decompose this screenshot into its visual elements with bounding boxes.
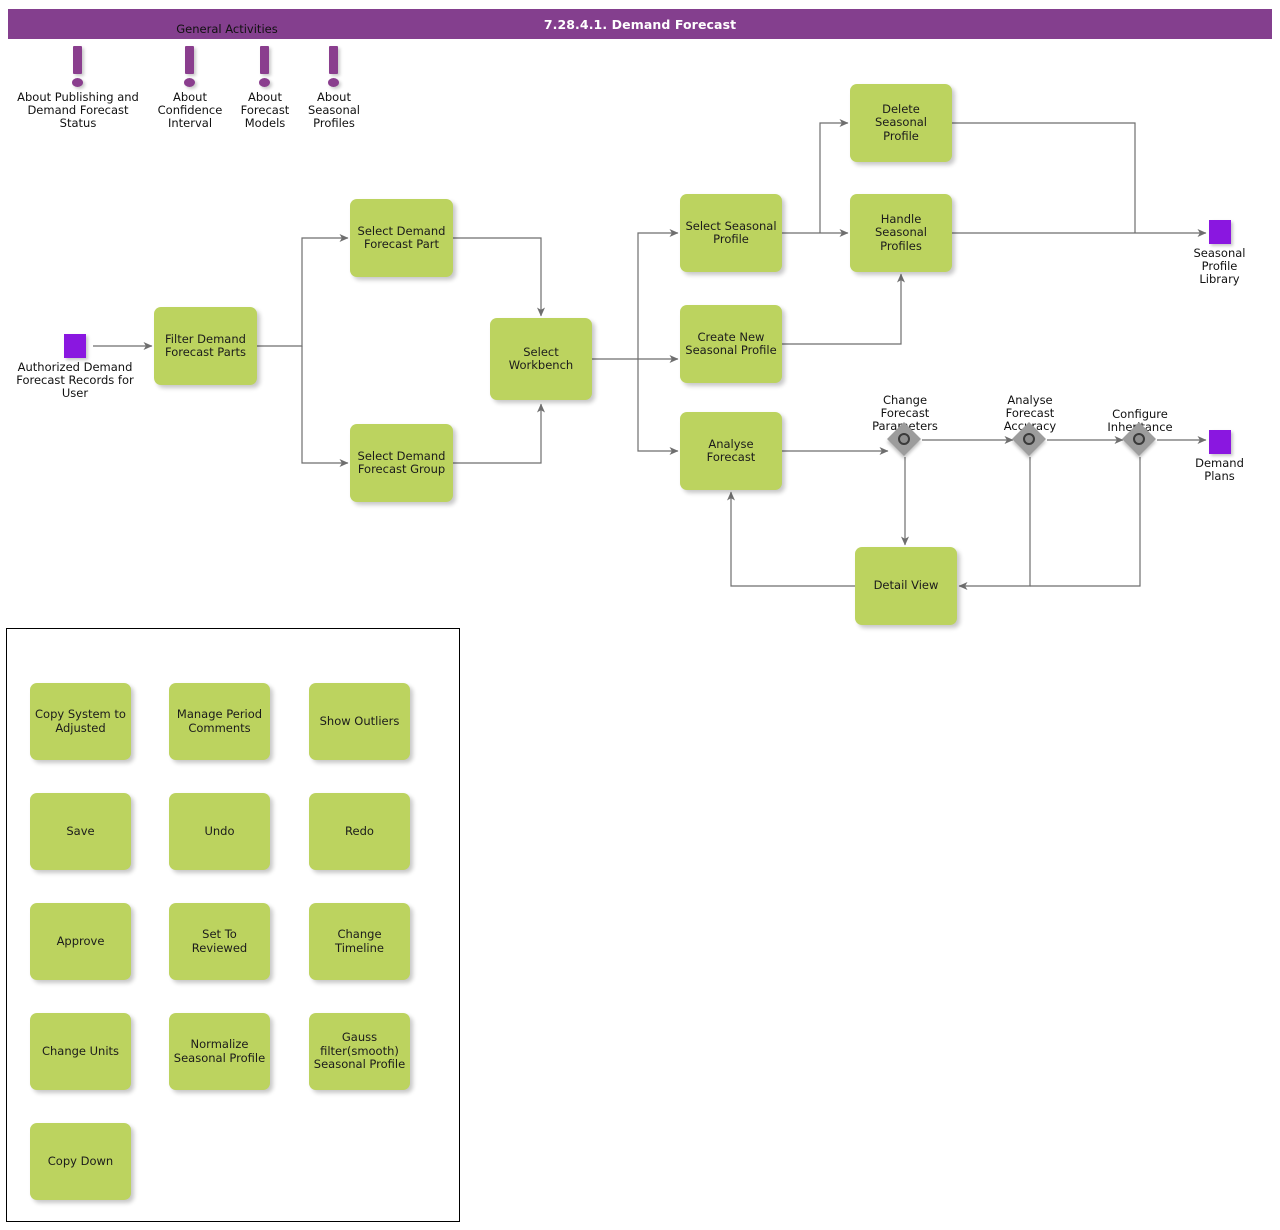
edge-part-to-workbench	[453, 237, 545, 317]
legend-activity-save[interactable]: Save	[30, 793, 131, 870]
legend-activity-label: Approve	[56, 933, 105, 948]
activity-select-demand-forecast-part[interactable]: Select Demand Forecast Part	[350, 199, 453, 277]
activity-filter-demand-forecast-parts[interactable]: Filter Demand Forecast Parts	[154, 307, 257, 385]
activity-label: Delete Seasonal Profile	[875, 101, 927, 143]
edge-filter-to-part	[257, 234, 349, 347]
legend-activity-copy-down[interactable]: Copy Down	[30, 1123, 131, 1200]
legend-activity-label: Show Outliers	[319, 713, 400, 728]
legend-activity-label: Save	[66, 823, 95, 838]
activity-delete-seasonal-profile[interactable]: Delete Seasonal Profile	[850, 84, 952, 162]
activity-label: Filter Demand Forecast Parts	[164, 331, 246, 359]
legend-activity-show-outliers[interactable]: Show Outliers	[309, 683, 410, 760]
activity-label: Select Demand Forecast Group	[357, 448, 446, 476]
edge-detail-to-analyse	[727, 491, 855, 587]
exclamation-icon	[328, 46, 340, 90]
circle-icon	[1133, 433, 1145, 445]
activity-label: Detail View	[873, 578, 939, 593]
exclamation-icon	[72, 46, 84, 90]
activity-handle-seasonal-profiles[interactable]: Handle Seasonal Profiles	[850, 194, 952, 272]
legend-activity-label: Normalize Seasonal Profile	[173, 1037, 266, 1065]
legend-activity-label: Undo	[204, 823, 235, 838]
page-title: 7.28.4.1. Demand Forecast	[543, 16, 737, 32]
terminal-label: Seasonal Profile Library	[1193, 246, 1246, 286]
activity-select-demand-forecast-group[interactable]: Select Demand Forecast Group	[350, 424, 453, 502]
legend-activity-undo[interactable]: Undo	[169, 793, 270, 870]
activity-select-seasonal-profile[interactable]: Select Seasonal Profile	[680, 194, 782, 272]
exclamation-icon	[184, 46, 196, 90]
activity-select-workbench[interactable]: Select Workbench	[490, 318, 592, 400]
terminal-label: Authorized Demand Forecast Records for U…	[16, 360, 134, 400]
edge-accuracy-to-detail	[958, 457, 1031, 590]
circle-icon	[898, 433, 910, 445]
edge-workbench-to-select-seasonal	[637, 229, 679, 359]
legend-activity-gauss-filter-seasonal-profile[interactable]: Gauss filter(smooth) Seasonal Profile	[309, 1013, 410, 1090]
activity-label: Select Demand Forecast Part	[357, 223, 446, 251]
legend-activity-label: Change Units	[41, 1043, 120, 1058]
control-node-analyse-forecast-accuracy[interactable]	[1012, 422, 1047, 457]
legend-activity-normalize-seasonal-profile[interactable]: Normalize Seasonal Profile	[169, 1013, 270, 1090]
edge-filter-to-group	[301, 346, 349, 467]
object-node-icon	[64, 334, 86, 358]
circle-icon	[1023, 433, 1035, 445]
edge-create-to-handle	[782, 273, 905, 345]
terminal-label: Demand Plans	[1195, 456, 1244, 483]
legend-activity-copy-system-to-adjusted[interactable]: Copy System to Adjusted	[30, 683, 131, 760]
legend-activity-label: Manage Period Comments	[176, 707, 263, 735]
legend-activity-change-units[interactable]: Change Units	[30, 1013, 131, 1090]
legend-activity-label: Change Timeline	[335, 927, 384, 955]
edge-group-to-workbench	[453, 403, 545, 464]
activity-label: Analyse Forecast	[706, 436, 756, 464]
edge-select-seasonal-to-delete	[819, 119, 849, 233]
activity-label: Handle Seasonal Profiles	[875, 211, 927, 253]
note-about-publishing[interactable]: About Publishing and Demand Forecast Sta…	[13, 46, 143, 130]
object-node-icon	[1208, 220, 1231, 244]
terminal-seasonal-profile-library[interactable]: Seasonal Profile Library	[1172, 220, 1267, 286]
activity-create-new-seasonal-profile[interactable]: Create New Seasonal Profile	[680, 305, 782, 383]
legend-activity-label: Gauss filter(smooth) Seasonal Profile	[313, 1030, 406, 1072]
general-activities-title: General Activities	[176, 22, 278, 36]
activity-analyse-forecast[interactable]: Analyse Forecast	[680, 412, 782, 490]
legend-activity-set-to-reviewed[interactable]: Set To Reviewed	[169, 903, 270, 980]
legend-activity-manage-period-comments[interactable]: Manage Period Comments	[169, 683, 270, 760]
legend-activity-label: Redo	[345, 823, 374, 838]
legend-activity-approve[interactable]: Approve	[30, 903, 131, 980]
note-label: About Seasonal Profiles	[308, 90, 360, 130]
edge-inheritance-to-detail	[1030, 457, 1141, 587]
activity-label: Select Seasonal Profile	[685, 218, 777, 246]
note-label: About Publishing and Demand Forecast Sta…	[17, 90, 139, 130]
object-node-icon	[1208, 430, 1231, 454]
legend-activity-label: Set To Reviewed	[191, 927, 248, 955]
terminal-authorized-demand-forecast-records[interactable]: Authorized Demand Forecast Records for U…	[10, 334, 140, 400]
control-node-change-forecast-parameters[interactable]	[887, 422, 922, 457]
legend-activity-label: Copy Down	[47, 1153, 114, 1168]
activity-label: Select Workbench	[508, 344, 574, 372]
legend-activity-redo[interactable]: Redo	[309, 793, 410, 870]
note-about-seasonal-profiles[interactable]: About Seasonal Profiles	[269, 46, 399, 130]
terminal-demand-plans[interactable]: Demand Plans	[1172, 430, 1267, 483]
legend-activity-change-timeline[interactable]: Change Timeline	[309, 903, 410, 980]
legend-activity-label: Copy System to Adjusted	[35, 707, 126, 735]
edge-delete-to-library	[952, 122, 1136, 233]
control-node-configure-inheritance[interactable]	[1122, 422, 1157, 457]
activity-detail-view[interactable]: Detail View	[855, 547, 957, 625]
edge-workbench-to-analyse	[637, 359, 679, 455]
activity-label: Create New Seasonal Profile	[685, 329, 777, 357]
